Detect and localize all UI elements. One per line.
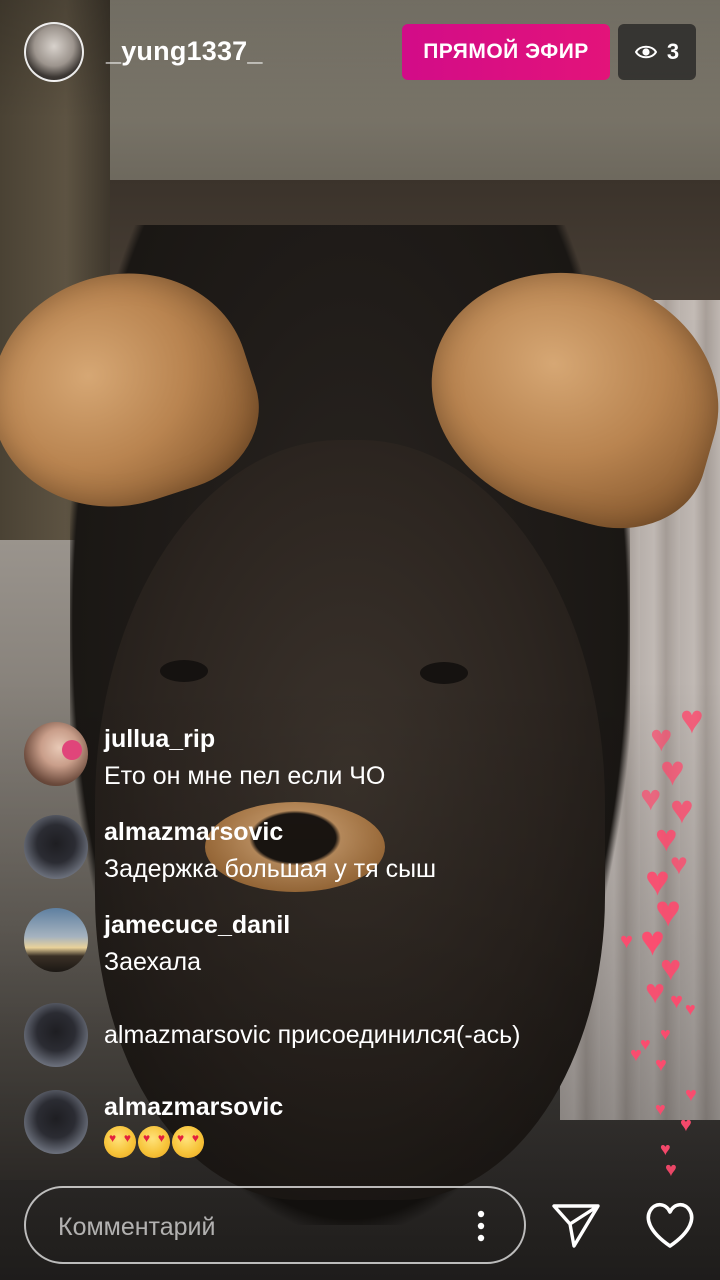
comment-text: Заехала bbox=[104, 948, 201, 976]
floating-heart-icon: ♥ bbox=[645, 973, 666, 1011]
floating-heart-icon: ♥ bbox=[655, 1054, 667, 1076]
floating-heart-icon: ♥ bbox=[640, 777, 662, 818]
viewer-count-badge[interactable]: 3 bbox=[618, 24, 696, 80]
floating-hearts: ♥ ♥ ♥ ♥ ♥ ♥ ♥ ♥ ♥ ♥ ♥ ♥ ♥ ♥ ♥ ♥ ♥ ♥ ♥ ♥ ♥ ♥ ♥ ♥ bbox=[600, 690, 720, 1190]
floating-heart-icon: ♥ bbox=[620, 928, 634, 953]
host-avatar[interactable] bbox=[24, 22, 84, 82]
join-notification: almazmarsovic присоединился(-ась) bbox=[24, 1003, 624, 1067]
comment-input[interactable] bbox=[56, 1206, 440, 1248]
commenter-avatar[interactable] bbox=[24, 815, 88, 879]
comment-item[interactable]: jamecuce_danil Заехала bbox=[24, 908, 624, 976]
host-username[interactable]: _yung1337_ bbox=[106, 36, 263, 67]
floating-heart-icon: ♥ bbox=[670, 988, 684, 1013]
floating-heart-icon: ♥ bbox=[685, 1084, 697, 1106]
floating-heart-icon: ♥ bbox=[665, 1159, 677, 1181]
floating-heart-icon: ♥ bbox=[660, 1139, 671, 1159]
floating-heart-icon: ♥ bbox=[680, 1114, 692, 1136]
comment-item[interactable]: almazmarsovic bbox=[24, 1090, 624, 1160]
commenter-username[interactable]: almazmarsovic bbox=[104, 818, 283, 847]
commenter-avatar[interactable] bbox=[24, 908, 88, 972]
floating-heart-icon: ♥ bbox=[660, 1024, 671, 1044]
video-eye-left bbox=[160, 660, 208, 682]
commenter-username[interactable]: jullua_rip bbox=[104, 725, 215, 754]
live-header: _yung1337_ ПРЯМОЙ ЭФИР 3 bbox=[0, 0, 720, 110]
commenter-avatar[interactable] bbox=[24, 1090, 88, 1154]
comment-text: Ето он мне пел если ЧО bbox=[104, 762, 386, 790]
live-badge: ПРЯМОЙ ЭФИР bbox=[402, 24, 610, 80]
floating-heart-icon: ♥ bbox=[680, 698, 704, 742]
floating-heart-icon: ♥ bbox=[670, 848, 688, 881]
comment-item[interactable]: almazmarsovic Задержка большая у тя сыш bbox=[24, 815, 624, 883]
heart-eyes-emoji-icon bbox=[138, 1126, 170, 1158]
eye-icon bbox=[634, 44, 657, 60]
join-text: almazmarsovic присоединился(-ась) bbox=[104, 1021, 521, 1049]
floating-heart-icon: ♥ bbox=[655, 1099, 666, 1119]
heart-outline-icon[interactable] bbox=[640, 1194, 700, 1254]
heart-eyes-emoji-icon bbox=[172, 1126, 204, 1158]
floating-heart-icon: ♥ bbox=[660, 747, 685, 794]
commenter-username[interactable]: almazmarsovic bbox=[104, 1093, 283, 1122]
comment-item[interactable]: jullua_rip Ето он мне пел если ЧО bbox=[24, 722, 624, 790]
viewer-count: 3 bbox=[666, 39, 680, 64]
heart-eyes-emoji-icon bbox=[104, 1126, 136, 1158]
comment-emoji-row bbox=[104, 1126, 204, 1158]
joined-user-avatar[interactable] bbox=[24, 1003, 88, 1067]
comment-bar[interactable] bbox=[24, 1186, 526, 1264]
commenter-avatar[interactable] bbox=[24, 722, 88, 786]
floating-heart-icon: ♥ bbox=[630, 1044, 642, 1066]
comment-text: Задержка большая у тя сыш bbox=[104, 855, 437, 883]
commenter-username[interactable]: jamecuce_danil bbox=[104, 911, 290, 940]
send-icon[interactable] bbox=[548, 1196, 604, 1252]
floating-heart-icon: ♥ bbox=[685, 999, 696, 1019]
more-vertical-icon[interactable] bbox=[466, 1206, 496, 1246]
